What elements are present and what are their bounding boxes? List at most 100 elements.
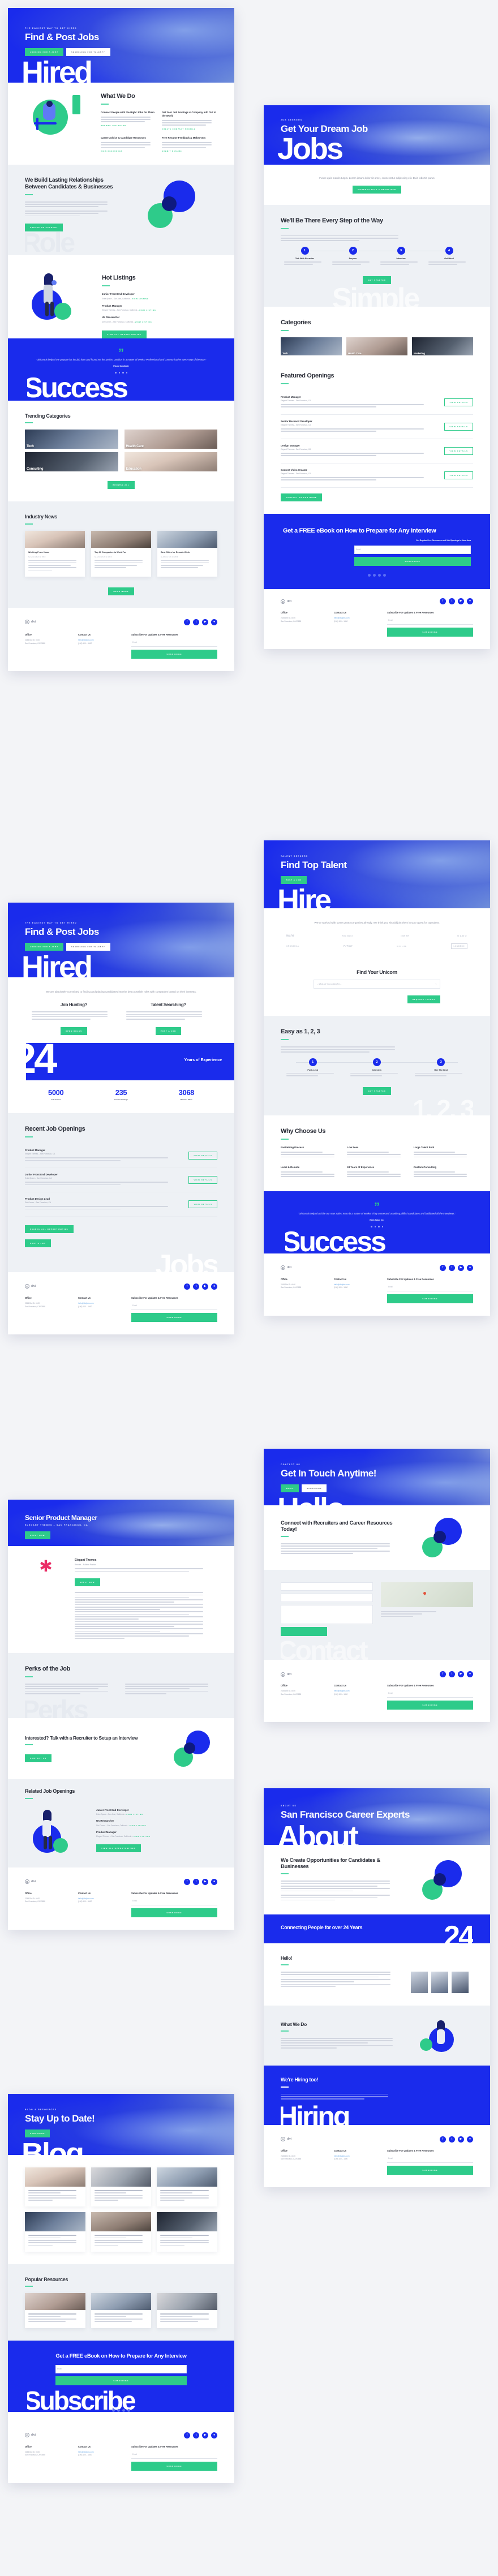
- facebook-icon[interactable]: f: [440, 598, 446, 605]
- job-row[interactable]: Design Manager Elegant Themes – San Fran…: [281, 439, 473, 463]
- footer-phone[interactable]: (100) 100 – 1400: [78, 2454, 124, 2457]
- view-all-opportunities-button[interactable]: View All Opportunities: [102, 330, 147, 338]
- contact-us-button[interactable]: Contact Us: [25, 1754, 52, 1763]
- listing-link[interactable]: View Listing: [132, 298, 149, 300]
- footer-email-input[interactable]: Email: [387, 617, 473, 625]
- name-field[interactable]: [281, 1582, 373, 1591]
- footer-email-input[interactable]: Email: [387, 1283, 473, 1291]
- footer-subscribe-button[interactable]: Subscribe: [387, 1701, 473, 1710]
- twitter-icon[interactable]: t: [449, 1264, 455, 1271]
- page-jobs[interactable]: Job Seekers Get Your Dream Job Jobs Fusc…: [264, 105, 490, 650]
- footer-subscribe-button[interactable]: Subscribe: [131, 649, 217, 659]
- view-details-button[interactable]: View Details: [188, 1200, 217, 1208]
- browse-all-button[interactable]: Browse All: [108, 481, 135, 490]
- footer-subscribe-button[interactable]: Subscribe: [131, 1908, 217, 1917]
- page-home-2[interactable]: The Easiest Way to Get Hired Find & Post…: [8, 903, 234, 1334]
- twitter-icon[interactable]: t: [449, 2136, 455, 2143]
- instagram-icon[interactable]: ●: [467, 2136, 473, 2143]
- listing-item[interactable]: Junior Front End Developer Extra Space –…: [102, 293, 217, 299]
- facebook-icon[interactable]: f: [184, 1283, 190, 1290]
- footer-email-input[interactable]: Email: [131, 639, 217, 647]
- instagram-icon[interactable]: ●: [211, 619, 217, 625]
- apply-now-button[interactable]: Apply Now: [75, 1578, 100, 1587]
- blog-card[interactable]: [157, 2167, 218, 2207]
- listing-link[interactable]: View Listing: [130, 1824, 147, 1827]
- job-row[interactable]: Product Manager Elegant Themes – San Fra…: [25, 1144, 217, 1168]
- twitter-icon[interactable]: t: [193, 619, 199, 625]
- blog-card[interactable]: [25, 2212, 85, 2252]
- social-links[interactable]: f t ▶ ●: [440, 1671, 473, 1677]
- instagram-icon[interactable]: ●: [211, 2432, 217, 2438]
- twitter-icon[interactable]: t: [193, 1878, 199, 1885]
- resource-card[interactable]: [157, 2293, 218, 2328]
- twitter-icon[interactable]: t: [449, 1671, 455, 1677]
- footer-email-input[interactable]: Email: [387, 1690, 473, 1698]
- page-contact[interactable]: Contact Us Get In Touch Anytime! Email S…: [264, 1449, 490, 1722]
- blog-card[interactable]: Best Cities for Remote Work by Admin | F…: [157, 530, 217, 577]
- view-details-button[interactable]: View Details: [444, 398, 473, 406]
- blog-card[interactable]: Working From Home by Admin | Feb 12, 201…: [25, 530, 85, 577]
- get-started-button[interactable]: Get Started: [363, 276, 391, 284]
- category-tile[interactable]: Tech: [25, 430, 118, 449]
- youtube-icon[interactable]: ▶: [458, 1671, 464, 1677]
- job-row[interactable]: Product Design Lead Divi Corner – San Fr…: [25, 1192, 217, 1217]
- page-home-1[interactable]: The Easiest Way to Get Hired Find & Post…: [8, 8, 234, 671]
- facebook-icon[interactable]: f: [440, 1264, 446, 1271]
- social-links[interactable]: f t ▶ ●: [184, 2432, 217, 2438]
- youtube-icon[interactable]: ▶: [202, 1878, 208, 1885]
- apply-now-button[interactable]: Apply Now: [25, 1531, 50, 1540]
- blog-card[interactable]: [157, 2212, 218, 2252]
- footer-phone[interactable]: (100) 100 – 1400: [334, 1693, 380, 1697]
- twitter-icon[interactable]: t: [193, 2432, 199, 2438]
- resource-card[interactable]: [25, 2293, 85, 2328]
- page-about[interactable]: About Us San Francisco Career Experts Ab…: [264, 1788, 490, 2187]
- hero-secondary-button[interactable]: Searching for Talent?: [66, 942, 110, 951]
- blog-card[interactable]: [91, 2212, 152, 2252]
- footer-logo[interactable]: D divi: [281, 1672, 291, 1677]
- listing-item[interactable]: Product Manager Elegant Themes – San Fra…: [102, 304, 217, 311]
- email-field[interactable]: [281, 1594, 373, 1602]
- page-blog[interactable]: Blog & Resources Stay Up to Date! Subscr…: [8, 2094, 234, 2483]
- footer-logo[interactable]: D divi: [25, 1284, 36, 1289]
- subscribe-button[interactable]: Subscribe: [302, 1484, 327, 1492]
- social-links[interactable]: f t ▶ ●: [440, 598, 473, 605]
- footer-phone[interactable]: (100) 100 – 1400: [334, 1286, 380, 1290]
- footer-email-input[interactable]: Email: [131, 1302, 217, 1310]
- pagination-dots[interactable]: [283, 574, 471, 577]
- twitter-icon[interactable]: t: [449, 598, 455, 605]
- facebook-icon[interactable]: f: [440, 2136, 446, 2143]
- ebook-email-input[interactable]: Email: [354, 546, 471, 555]
- facebook-icon[interactable]: f: [184, 619, 190, 625]
- listing-link[interactable]: View Listing: [134, 1835, 151, 1837]
- social-links[interactable]: f t ▶ ●: [440, 1264, 473, 1271]
- facebook-icon[interactable]: f: [440, 1671, 446, 1677]
- send-message-button[interactable]: [281, 1627, 327, 1636]
- youtube-icon[interactable]: ▶: [458, 1264, 464, 1271]
- get-started-button[interactable]: Get Started: [363, 1087, 391, 1096]
- ebook-subscribe-button[interactable]: Subscribe: [354, 557, 471, 566]
- view-details-button[interactable]: View Details: [444, 422, 473, 431]
- map-image[interactable]: [381, 1582, 473, 1607]
- view-details-button[interactable]: View Details: [188, 1151, 217, 1160]
- instagram-icon[interactable]: ●: [467, 598, 473, 605]
- youtube-icon[interactable]: ▶: [458, 598, 464, 605]
- blog-card[interactable]: [91, 2167, 152, 2207]
- listing-item[interactable]: UX Researcher Divi Corner – San Francisc…: [102, 316, 217, 323]
- post-a-job-button[interactable]: Post a Job: [25, 1239, 51, 1247]
- footer-logo[interactable]: D divi: [281, 599, 291, 604]
- footer-email-input[interactable]: Email: [387, 2155, 473, 2163]
- talent-select[interactable]: – What Are You Looking For – ▾: [313, 980, 441, 989]
- cta-email-input[interactable]: Email: [55, 2364, 187, 2373]
- footer-logo[interactable]: D divi: [281, 1265, 291, 1270]
- footer-subscribe-button[interactable]: Subscribe: [387, 1294, 473, 1303]
- job-row[interactable]: Junior Front End Developer Extra Space –…: [25, 1168, 217, 1192]
- blog-card[interactable]: [25, 2167, 85, 2207]
- instagram-icon[interactable]: ●: [211, 1878, 217, 1885]
- message-field[interactable]: [281, 1605, 373, 1624]
- open-roles-button[interactable]: Open Roles: [60, 1027, 88, 1035]
- footer-subscribe-button[interactable]: Subscribe: [387, 628, 473, 637]
- view-details-button[interactable]: View Details: [444, 471, 473, 479]
- category-tile[interactable]: Consulting: [25, 452, 118, 472]
- footer-subscribe-button[interactable]: Subscribe: [387, 2165, 473, 2175]
- request-talent-button[interactable]: Request Talent: [407, 995, 441, 1004]
